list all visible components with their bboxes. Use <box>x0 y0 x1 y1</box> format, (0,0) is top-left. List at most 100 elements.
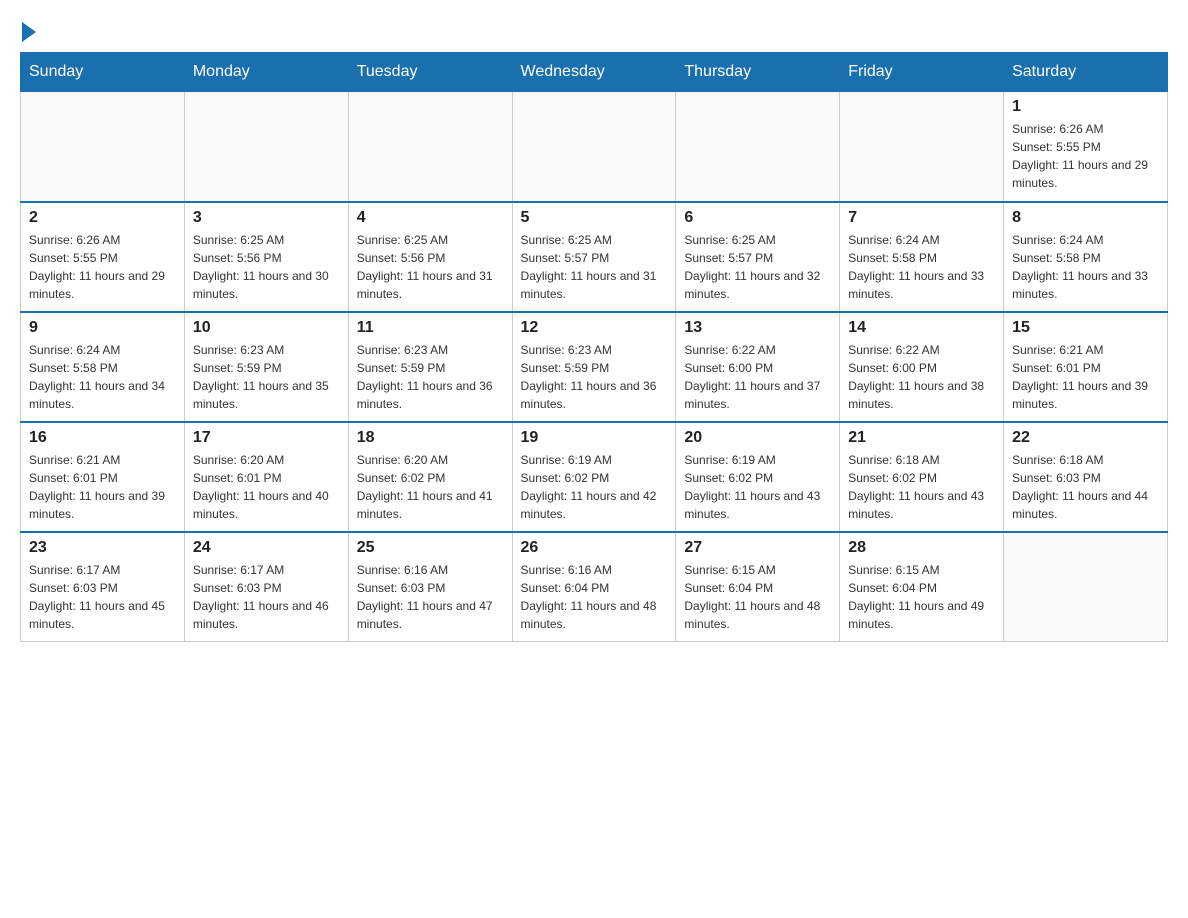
day-number: 17 <box>193 429 340 447</box>
calendar-cell: 10 Sunrise: 6:23 AM Sunset: 5:59 PM Dayli… <box>184 312 348 422</box>
day-info: Sunrise: 6:26 AM Sunset: 5:55 PM Dayligh… <box>29 231 176 303</box>
calendar-cell: 15 Sunrise: 6:21 AM Sunset: 6:01 PM Dayli… <box>1004 312 1168 422</box>
week-row-2: 2Sunrise: 6:26 AM Sunset: 5:55 PM Daylig… <box>21 202 1168 312</box>
day-info: Sunrise: 6:22 AM Sunset: 6:00 PM Dayligh… <box>848 341 995 413</box>
week-row-5: 23 Sunrise: 6:17 AM Sunset: 6:03 PM Dayli… <box>21 532 1168 642</box>
day-number: 20 <box>684 429 831 447</box>
day-info: Sunrise: 6:22 AM Sunset: 6:00 PM Dayligh… <box>684 341 831 413</box>
day-info: Sunrise: 6:16 AM Sunset: 6:03 PM Dayligh… <box>357 561 504 633</box>
page-header <box>20 20 1168 42</box>
day-info: Sunrise: 6:26 AM Sunset: 5:55 PM Dayligh… <box>1012 120 1159 192</box>
calendar-cell: 16 Sunrise: 6:21 AM Sunset: 6:01 PM Dayli… <box>21 422 185 532</box>
day-info: Sunrise: 6:24 AM Sunset: 5:58 PM Dayligh… <box>29 341 176 413</box>
day-number: 1 <box>1012 98 1159 116</box>
calendar-cell: 20 Sunrise: 6:19 AM Sunset: 6:02 PM Dayli… <box>676 422 840 532</box>
day-number: 6 <box>684 209 831 227</box>
calendar-cell: 25 Sunrise: 6:16 AM Sunset: 6:03 PM Dayli… <box>348 532 512 642</box>
day-info: Sunrise: 6:15 AM Sunset: 6:04 PM Dayligh… <box>684 561 831 633</box>
day-number: 26 <box>521 539 668 557</box>
day-number: 4 <box>357 209 504 227</box>
day-number: 22 <box>1012 429 1159 447</box>
calendar-cell: 13 Sunrise: 6:22 AM Sunset: 6:00 PM Dayli… <box>676 312 840 422</box>
day-number: 5 <box>521 209 668 227</box>
day-info: Sunrise: 6:23 AM Sunset: 5:59 PM Dayligh… <box>521 341 668 413</box>
calendar-cell <box>840 92 1004 202</box>
calendar-cell: 6 Sunrise: 6:25 AM Sunset: 5:57 PM Daylig… <box>676 202 840 312</box>
day-info: Sunrise: 6:20 AM Sunset: 6:02 PM Dayligh… <box>357 451 504 523</box>
day-number: 15 <box>1012 319 1159 337</box>
day-info: Sunrise: 6:15 AM Sunset: 6:04 PM Dayligh… <box>848 561 995 633</box>
day-number: 9 <box>29 319 176 337</box>
calendar-cell: 1 Sunrise: 6:26 AM Sunset: 5:55 PM Daylig… <box>1004 92 1168 202</box>
day-header-sunday: Sunday <box>21 53 185 92</box>
day-number: 21 <box>848 429 995 447</box>
calendar-cell: 11 Sunrise: 6:23 AM Sunset: 5:59 PM Dayli… <box>348 312 512 422</box>
calendar-header-row: SundayMondayTuesdayWednesdayThursdayFrid… <box>21 53 1168 92</box>
day-info: Sunrise: 6:24 AM Sunset: 5:58 PM Dayligh… <box>848 231 995 303</box>
calendar-cell: 8 Sunrise: 6:24 AM Sunset: 5:58 PM Daylig… <box>1004 202 1168 312</box>
calendar-cell: 27 Sunrise: 6:15 AM Sunset: 6:04 PM Dayli… <box>676 532 840 642</box>
calendar-cell: 2Sunrise: 6:26 AM Sunset: 5:55 PM Daylig… <box>21 202 185 312</box>
calendar-cell: 5Sunrise: 6:25 AM Sunset: 5:57 PM Daylig… <box>512 202 676 312</box>
day-number: 12 <box>521 319 668 337</box>
calendar-cell: 19 Sunrise: 6:19 AM Sunset: 6:02 PM Dayli… <box>512 422 676 532</box>
calendar-cell: 12 Sunrise: 6:23 AM Sunset: 5:59 PM Dayli… <box>512 312 676 422</box>
calendar-cell: 17 Sunrise: 6:20 AM Sunset: 6:01 PM Dayli… <box>184 422 348 532</box>
week-row-4: 16 Sunrise: 6:21 AM Sunset: 6:01 PM Dayli… <box>21 422 1168 532</box>
calendar-cell: 4 Sunrise: 6:25 AM Sunset: 5:56 PM Daylig… <box>348 202 512 312</box>
day-number: 7 <box>848 209 995 227</box>
calendar-cell <box>512 92 676 202</box>
day-info: Sunrise: 6:21 AM Sunset: 6:01 PM Dayligh… <box>29 451 176 523</box>
calendar-cell: 14Sunrise: 6:22 AM Sunset: 6:00 PM Dayli… <box>840 312 1004 422</box>
calendar-table: SundayMondayTuesdayWednesdayThursdayFrid… <box>20 52 1168 642</box>
calendar-cell: 3 Sunrise: 6:25 AM Sunset: 5:56 PM Daylig… <box>184 202 348 312</box>
day-info: Sunrise: 6:24 AM Sunset: 5:58 PM Dayligh… <box>1012 231 1159 303</box>
day-number: 25 <box>357 539 504 557</box>
logo-arrow-icon <box>22 22 36 42</box>
day-info: Sunrise: 6:23 AM Sunset: 5:59 PM Dayligh… <box>193 341 340 413</box>
day-info: Sunrise: 6:19 AM Sunset: 6:02 PM Dayligh… <box>521 451 668 523</box>
day-info: Sunrise: 6:18 AM Sunset: 6:03 PM Dayligh… <box>1012 451 1159 523</box>
day-header-friday: Friday <box>840 53 1004 92</box>
day-number: 11 <box>357 319 504 337</box>
day-header-tuesday: Tuesday <box>348 53 512 92</box>
calendar-cell: 22 Sunrise: 6:18 AM Sunset: 6:03 PM Dayli… <box>1004 422 1168 532</box>
calendar-cell: 18 Sunrise: 6:20 AM Sunset: 6:02 PM Dayli… <box>348 422 512 532</box>
day-number: 8 <box>1012 209 1159 227</box>
day-info: Sunrise: 6:23 AM Sunset: 5:59 PM Dayligh… <box>357 341 504 413</box>
calendar-cell: 23 Sunrise: 6:17 AM Sunset: 6:03 PM Dayli… <box>21 532 185 642</box>
day-number: 10 <box>193 319 340 337</box>
day-info: Sunrise: 6:20 AM Sunset: 6:01 PM Dayligh… <box>193 451 340 523</box>
day-number: 27 <box>684 539 831 557</box>
day-number: 19 <box>521 429 668 447</box>
day-header-monday: Monday <box>184 53 348 92</box>
calendar-cell <box>184 92 348 202</box>
calendar-cell: 28Sunrise: 6:15 AM Sunset: 6:04 PM Dayli… <box>840 532 1004 642</box>
calendar-cell <box>676 92 840 202</box>
calendar-cell: 21 Sunrise: 6:18 AM Sunset: 6:02 PM Dayli… <box>840 422 1004 532</box>
day-number: 18 <box>357 429 504 447</box>
calendar-cell: 26 Sunrise: 6:16 AM Sunset: 6:04 PM Dayli… <box>512 532 676 642</box>
day-header-wednesday: Wednesday <box>512 53 676 92</box>
day-number: 16 <box>29 429 176 447</box>
day-number: 13 <box>684 319 831 337</box>
calendar-cell: 7 Sunrise: 6:24 AM Sunset: 5:58 PM Daylig… <box>840 202 1004 312</box>
logo <box>20 20 36 42</box>
calendar-cell <box>21 92 185 202</box>
week-row-3: 9 Sunrise: 6:24 AM Sunset: 5:58 PM Daylig… <box>21 312 1168 422</box>
day-info: Sunrise: 6:18 AM Sunset: 6:02 PM Dayligh… <box>848 451 995 523</box>
day-number: 3 <box>193 209 340 227</box>
day-info: Sunrise: 6:21 AM Sunset: 6:01 PM Dayligh… <box>1012 341 1159 413</box>
day-number: 23 <box>29 539 176 557</box>
day-info: Sunrise: 6:16 AM Sunset: 6:04 PM Dayligh… <box>521 561 668 633</box>
day-header-saturday: Saturday <box>1004 53 1168 92</box>
week-row-1: 1 Sunrise: 6:26 AM Sunset: 5:55 PM Daylig… <box>21 92 1168 202</box>
day-info: Sunrise: 6:25 AM Sunset: 5:57 PM Dayligh… <box>684 231 831 303</box>
calendar-cell <box>348 92 512 202</box>
day-info: Sunrise: 6:25 AM Sunset: 5:56 PM Dayligh… <box>357 231 504 303</box>
day-info: Sunrise: 6:17 AM Sunset: 6:03 PM Dayligh… <box>29 561 176 633</box>
day-info: Sunrise: 6:25 AM Sunset: 5:56 PM Dayligh… <box>193 231 340 303</box>
day-info: Sunrise: 6:19 AM Sunset: 6:02 PM Dayligh… <box>684 451 831 523</box>
calendar-cell: 24Sunrise: 6:17 AM Sunset: 6:03 PM Dayli… <box>184 532 348 642</box>
day-number: 24 <box>193 539 340 557</box>
